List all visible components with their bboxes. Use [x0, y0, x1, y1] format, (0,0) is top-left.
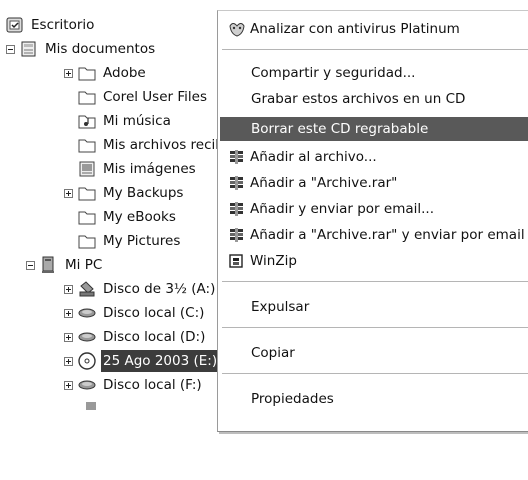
menu-item-antivirus-scan[interactable]: Analizar con antivirus Platinum: [220, 17, 528, 41]
tree-item-escritorio[interactable]: Escritorio: [6, 14, 96, 36]
tree-item-label: My eBooks: [103, 209, 176, 225]
music-folder-icon: [78, 115, 96, 129]
tree-item-label: Disco local (D:): [103, 329, 206, 345]
tree-item-label: Disco local (F:): [103, 377, 202, 393]
collapse-toggle[interactable]: [26, 260, 35, 270]
tree-item-label: Corel User Files: [103, 89, 207, 105]
menu-separator: [222, 373, 528, 374]
expand-toggle[interactable]: [64, 188, 73, 198]
tree-item-label: My Backups: [103, 185, 184, 201]
menu-item-label: Compartir y seguridad...: [251, 65, 416, 81]
expand-toggle[interactable]: [64, 308, 73, 318]
tree-item-label: Disco de 3½ (A:): [103, 281, 216, 297]
floppy-drive-icon: [79, 281, 95, 297]
folder-icon: [78, 235, 96, 249]
menu-item-label: Añadir y enviar por email...: [250, 201, 434, 217]
tree-item-floppy-a[interactable]: Disco de 3½ (A:): [64, 278, 217, 300]
menu-separator: [222, 281, 528, 282]
tree-item-mi-musica[interactable]: Mi música: [78, 110, 173, 132]
expand-toggle[interactable]: [64, 332, 73, 342]
menu-item-label: WinZip: [250, 253, 297, 269]
tree-item-my-pictures[interactable]: My Pictures: [78, 230, 182, 252]
winzip-icon: [229, 254, 243, 268]
tree-item-disk-d[interactable]: Disco local (D:): [64, 326, 207, 348]
menu-item-share-security[interactable]: Compartir y seguridad...: [220, 61, 528, 85]
expand-toggle[interactable]: [64, 284, 73, 294]
folder-icon: [78, 211, 96, 225]
menu-item-add-archive-rar-and-email[interactable]: Añadir a "Archive.rar" y enviar por emai…: [220, 223, 528, 247]
menu-item-add-and-email[interactable]: Añadir y enviar por email...: [220, 197, 528, 221]
expand-toggle[interactable]: [64, 356, 73, 366]
menu-item-eject[interactable]: Expulsar: [220, 295, 528, 319]
menu-item-add-to-archive[interactable]: Añadir al archivo...: [220, 145, 528, 169]
menu-item-label: Copiar: [251, 345, 295, 361]
menu-item-label: Añadir a "Archive.rar": [250, 175, 398, 191]
menu-item-label: Añadir al archivo...: [250, 149, 377, 165]
cd-drive-icon: [78, 352, 96, 370]
tree-item-label: My Pictures: [103, 233, 181, 249]
menu-item-label: Propiedades: [251, 391, 334, 407]
winrar-icon: [230, 202, 243, 216]
tree-item-mis-imagenes[interactable]: Mis imágenes: [78, 158, 198, 180]
tree-item-cd-e[interactable]: 25 Ago 2003 (E:): [64, 350, 220, 372]
winrar-icon: [230, 228, 243, 242]
winrar-icon: [230, 150, 243, 164]
tree-item-mis-documentos[interactable]: Mis documentos: [6, 38, 157, 60]
folder-icon: [78, 67, 96, 81]
menu-item-add-to-archive-rar[interactable]: Añadir a "Archive.rar": [220, 171, 528, 195]
winrar-icon: [230, 176, 243, 190]
expand-toggle[interactable]: [64, 68, 73, 78]
folder-icon: [78, 91, 96, 105]
tree-item-label: Mi PC: [65, 257, 103, 273]
expand-toggle[interactable]: [64, 380, 73, 390]
menu-separator: [222, 49, 528, 50]
hard-drive-icon: [78, 380, 96, 390]
tree-item-mi-pc[interactable]: Mi PC: [26, 254, 104, 276]
menu-item-copy[interactable]: Copiar: [220, 341, 528, 365]
tree-item-label: Adobe: [103, 65, 146, 81]
hard-drive-icon: [78, 332, 96, 342]
menu-item-label: Grabar estos archivos en un CD: [251, 91, 466, 107]
folder-icon: [78, 139, 96, 153]
partial-drive-icon: [86, 402, 96, 410]
documents-folder-icon: [21, 41, 36, 57]
menu-item-burn-cd[interactable]: Grabar estos archivos en un CD: [220, 87, 528, 111]
collapse-toggle[interactable]: [6, 44, 15, 54]
desktop-icon: [6, 17, 23, 33]
menu-separator: [222, 327, 528, 328]
computer-icon: [42, 256, 54, 273]
tree-item-my-backups[interactable]: My Backups: [64, 182, 185, 204]
tree-item-adobe[interactable]: Adobe: [64, 62, 148, 84]
folder-icon: [78, 187, 96, 201]
tree-item-disk-c[interactable]: Disco local (C:): [64, 302, 206, 324]
tree-item-disk-f[interactable]: Disco local (F:): [64, 374, 204, 396]
menu-item-erase-cd[interactable]: Borrar este CD regrabable: [220, 117, 528, 141]
folder-tree: Escritorio Mis documentos Adobe Corel Us…: [0, 0, 251, 480]
menu-item-label: Añadir a "Archive.rar" y enviar por emai…: [250, 227, 525, 243]
menu-item-label: Borrar este CD regrabable: [251, 121, 429, 137]
tree-item-corel-user-files[interactable]: Corel User Files: [78, 86, 209, 108]
menu-item-label: Expulsar: [251, 299, 310, 315]
tree-item-label: Disco local (C:): [103, 305, 205, 321]
tree-item-label: 25 Ago 2003 (E:): [101, 350, 220, 372]
tree-item-label: Mis documentos: [45, 41, 156, 57]
menu-item-label: Analizar con antivirus Platinum: [250, 21, 460, 37]
antivirus-icon: [229, 23, 245, 37]
pictures-folder-icon: [79, 161, 95, 177]
menu-item-winzip[interactable]: WinZip: [220, 249, 528, 273]
tree-item-label: Escritorio: [31, 17, 95, 33]
tree-item-label: Mi música: [103, 113, 171, 129]
hard-drive-icon: [78, 308, 96, 318]
menu-item-properties[interactable]: Propiedades: [220, 387, 528, 411]
tree-item-my-ebooks[interactable]: My eBooks: [78, 206, 178, 228]
tree-item-label: Mis imágenes: [103, 161, 196, 177]
context-menu: Analizar con antivirus Platinum Comparti…: [217, 10, 528, 432]
